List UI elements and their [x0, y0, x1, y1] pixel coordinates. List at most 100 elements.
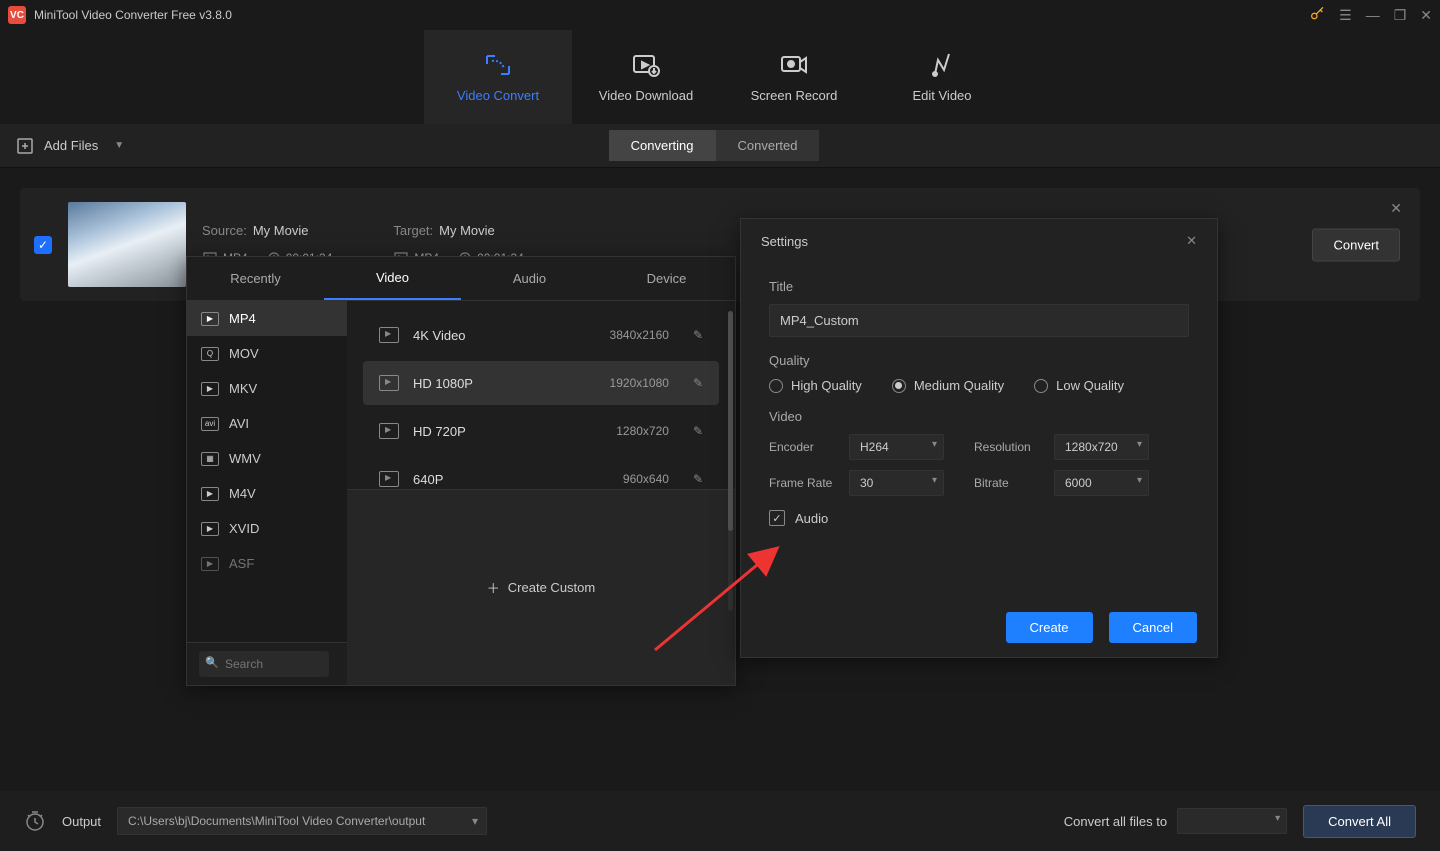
- plus-icon: ＋: [487, 578, 500, 597]
- fmt-m4v[interactable]: ▶M4V: [187, 476, 347, 511]
- app-logo-icon: VC: [8, 6, 26, 24]
- res-640p[interactable]: 640P960x640✎: [363, 457, 719, 489]
- close-icon[interactable]: ✕: [1420, 7, 1432, 24]
- file-checkbox[interactable]: ✓: [34, 236, 52, 254]
- target-label: Target:My Movie: [393, 223, 524, 238]
- picker-tab-audio[interactable]: Audio: [461, 257, 598, 300]
- picker-tab-device[interactable]: Device: [598, 257, 735, 300]
- fmt-icon: ▶: [201, 312, 219, 326]
- radio-icon: [1034, 379, 1048, 393]
- audio-label: Audio: [795, 511, 828, 526]
- add-files-button[interactable]: Add Files ▼: [16, 137, 124, 155]
- fmt-avi[interactable]: aviAVI: [187, 406, 347, 441]
- create-custom-button[interactable]: ＋ Create Custom: [347, 489, 735, 686]
- video-section-label: Video: [769, 409, 1189, 424]
- source-label: Source:My Movie: [202, 223, 333, 238]
- maximize-icon[interactable]: ❐: [1394, 7, 1407, 24]
- settings-dialog: Settings ✕ Title Quality High Quality Me…: [740, 218, 1218, 658]
- convert-to-select[interactable]: [1177, 808, 1287, 834]
- fmt-icon: ▦: [201, 452, 219, 466]
- res-icon: [379, 471, 399, 487]
- radio-icon: [769, 379, 783, 393]
- bitrate-select[interactable]: 6000: [1054, 470, 1149, 496]
- minimize-icon[interactable]: —: [1366, 7, 1380, 23]
- remove-file-icon[interactable]: ✕: [1390, 200, 1402, 217]
- output-path-select[interactable]: C:\Users\bj\Documents\MiniTool Video Con…: [117, 807, 487, 835]
- title-input[interactable]: [769, 304, 1189, 337]
- fmt-icon: ▶: [201, 557, 219, 571]
- radio-icon: [892, 379, 906, 393]
- quality-section-label: Quality: [769, 353, 1189, 368]
- chevron-down-icon: ▼: [114, 140, 124, 151]
- edit-icon[interactable]: ✎: [693, 472, 703, 486]
- fmt-icon: avi: [201, 417, 219, 431]
- settings-title: Settings: [761, 234, 808, 249]
- nav-label: Video Convert: [457, 88, 539, 103]
- fmt-asf[interactable]: ▶ASF: [187, 546, 347, 581]
- download-icon: [631, 52, 661, 78]
- status-tabs: Converting Converted: [609, 130, 820, 161]
- convert-all-button[interactable]: Convert All: [1303, 805, 1416, 838]
- audio-checkbox[interactable]: ✓: [769, 510, 785, 526]
- picker-tab-recently[interactable]: Recently: [187, 257, 324, 300]
- fmt-icon: ▶: [201, 487, 219, 501]
- video-thumbnail[interactable]: [68, 202, 186, 287]
- add-files-label: Add Files: [44, 138, 98, 153]
- bitrate-label: Bitrate: [974, 476, 1044, 490]
- res-icon: [379, 423, 399, 439]
- nav-label: Video Download: [599, 88, 693, 103]
- app-title: MiniTool Video Converter Free v3.8.0: [34, 8, 232, 22]
- encoder-label: Encoder: [769, 440, 839, 454]
- menu-icon[interactable]: ☰: [1339, 7, 1352, 24]
- res-icon: [379, 327, 399, 343]
- fmt-mov[interactable]: QMOV: [187, 336, 347, 371]
- edit-icon: [927, 52, 957, 78]
- tab-converted[interactable]: Converted: [716, 130, 820, 161]
- fmt-icon: ▶: [201, 382, 219, 396]
- convert-button[interactable]: Convert: [1312, 228, 1400, 261]
- format-list: ▶MP4 QMOV ▶MKV aviAVI ▦WMV ▶M4V ▶XVID ▶A…: [187, 301, 347, 642]
- fmt-mp4[interactable]: ▶MP4: [187, 301, 347, 336]
- quality-high[interactable]: High Quality: [769, 378, 862, 393]
- title-bar: VC MiniTool Video Converter Free v3.8.0 …: [0, 0, 1440, 30]
- framerate-select[interactable]: 30: [849, 470, 944, 496]
- close-settings-icon[interactable]: ✕: [1186, 233, 1197, 249]
- edit-icon[interactable]: ✎: [693, 376, 703, 390]
- resolution-list: 4K Video3840x2160✎ HD 1080P1920x1080✎ HD…: [347, 301, 735, 489]
- edit-icon[interactable]: ✎: [693, 328, 703, 342]
- quality-low[interactable]: Low Quality: [1034, 378, 1124, 393]
- edit-icon[interactable]: ✎: [693, 424, 703, 438]
- nav-label: Edit Video: [912, 88, 971, 103]
- res-1080p[interactable]: HD 1080P1920x1080✎: [363, 361, 719, 405]
- record-icon: [779, 52, 809, 78]
- quality-medium[interactable]: Medium Quality: [892, 378, 1004, 393]
- convert-to-label: Convert all files to: [1064, 814, 1167, 829]
- tab-converting[interactable]: Converting: [609, 130, 716, 161]
- fmt-mkv[interactable]: ▶MKV: [187, 371, 347, 406]
- res-4k[interactable]: 4K Video3840x2160✎: [363, 313, 719, 357]
- timer-icon[interactable]: [24, 810, 46, 832]
- sub-toolbar: Add Files ▼ Converting Converted: [0, 124, 1440, 168]
- res-icon: [379, 375, 399, 391]
- nav-edit-video[interactable]: Edit Video: [868, 30, 1016, 124]
- key-icon[interactable]: [1309, 6, 1325, 25]
- picker-tab-video[interactable]: Video: [324, 257, 461, 300]
- fmt-icon: Q: [201, 347, 219, 361]
- format-picker-popup: Recently Video Audio Device ▶MP4 QMOV ▶M…: [186, 256, 736, 686]
- resolution-select[interactable]: 1280x720: [1054, 434, 1149, 460]
- title-section-label: Title: [769, 279, 1189, 294]
- search-input[interactable]: [199, 651, 329, 677]
- fmt-wmv[interactable]: ▦WMV: [187, 441, 347, 476]
- convert-icon: [483, 52, 513, 78]
- nav-screen-record[interactable]: Screen Record: [720, 30, 868, 124]
- cancel-button[interactable]: Cancel: [1109, 612, 1197, 643]
- footer-bar: Output C:\Users\bj\Documents\MiniTool Vi…: [0, 791, 1440, 851]
- fmt-xvid[interactable]: ▶XVID: [187, 511, 347, 546]
- create-button[interactable]: Create: [1006, 612, 1093, 643]
- nav-video-convert[interactable]: Video Convert: [424, 30, 572, 124]
- output-label: Output: [62, 814, 101, 829]
- encoder-select[interactable]: H264: [849, 434, 944, 460]
- scrollbar[interactable]: [728, 311, 733, 611]
- nav-video-download[interactable]: Video Download: [572, 30, 720, 124]
- res-720p[interactable]: HD 720P1280x720✎: [363, 409, 719, 453]
